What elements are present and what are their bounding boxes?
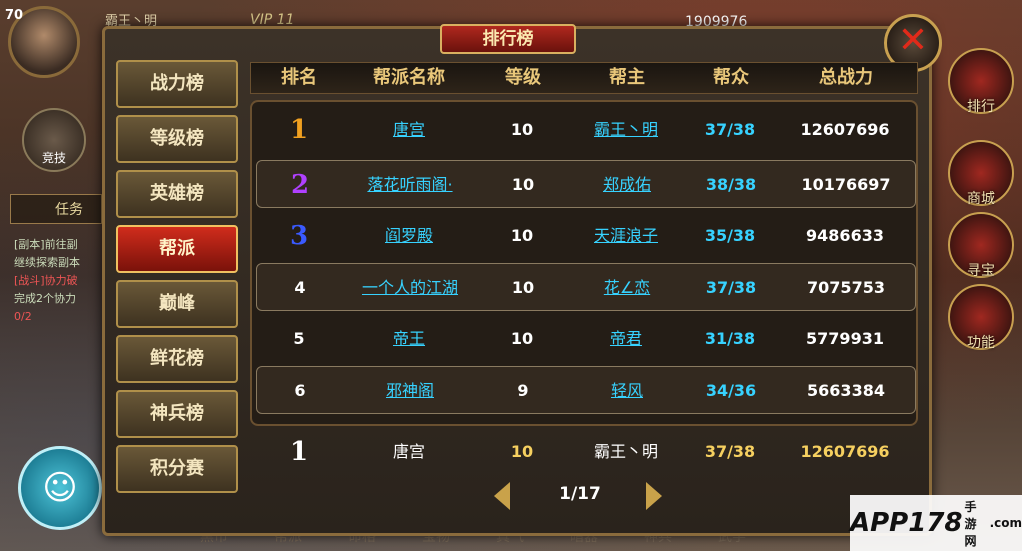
shop-icon[interactable]: 商城 — [948, 140, 1014, 207]
level-cell: 10 — [511, 175, 535, 194]
table-row[interactable]: 6 邪神阁 9 轻风 34/36 5663384 — [256, 366, 916, 414]
header-power: 总战力 — [819, 67, 873, 88]
members-cell: 38/38 — [705, 175, 757, 194]
guild-name-link[interactable]: 邪神阁 — [343, 367, 477, 415]
header-members: 帮众 — [713, 67, 749, 88]
tab-weapon[interactable]: 神兵榜 — [116, 390, 238, 438]
guild-name-link[interactable]: 帝王 — [342, 315, 476, 363]
level-cell: 10 — [510, 226, 534, 245]
task-line: [副本]前往副 — [14, 238, 78, 251]
watermark-main: APP178 — [850, 508, 963, 538]
leader-link[interactable]: 霸王丶明 — [574, 106, 678, 154]
level-cell: 10 — [511, 278, 535, 297]
task-label: 任务 — [55, 202, 83, 218]
ranking-icon[interactable]: 排行 — [948, 48, 1014, 115]
watermark-domain: .com — [989, 516, 1022, 530]
my-power-cell: 12607696 — [800, 442, 890, 461]
level-cell: 9 — [517, 381, 529, 400]
rank-cell: 2 — [290, 170, 310, 200]
my-level-cell: 10 — [510, 442, 534, 461]
my-rank-cell: 1 — [289, 437, 309, 467]
treasure-icon[interactable]: 寻宝 — [948, 212, 1014, 279]
level-cell: 10 — [510, 329, 534, 348]
guild-name-link[interactable]: 一个人的江湖 — [343, 264, 477, 312]
compete-label: 竞技 — [41, 151, 66, 165]
watermark-sub: 手游网 — [964, 499, 977, 548]
compete-button[interactable]: 竞技 — [22, 108, 86, 172]
tab-power[interactable]: 战力榜 — [116, 60, 238, 108]
leader-link[interactable]: 轻风 — [575, 367, 679, 415]
table-header: 排名 帮派名称 等级 帮主 帮众 总战力 — [250, 62, 918, 94]
tab-peak[interactable]: 巅峰 — [116, 280, 238, 328]
task-list[interactable]: [副本]前往副 继续探索副本 [战斗]协力破 完成2个协力 0/2 — [14, 236, 80, 326]
rank-cell: 5 — [293, 329, 305, 348]
chat-bubble-icon[interactable]: ☺ — [18, 446, 102, 530]
tab-score[interactable]: 积分赛 — [116, 445, 238, 493]
prev-page-arrow-icon[interactable] — [494, 482, 510, 510]
tab-flower[interactable]: 鲜花榜 — [116, 335, 238, 383]
rank-cell: 4 — [294, 278, 306, 297]
function-icon[interactable]: 功能 — [948, 284, 1014, 351]
leader-link[interactable]: 帝君 — [574, 315, 678, 363]
task-button[interactable]: 任务 — [10, 194, 102, 224]
power-cell: 12607696 — [800, 120, 890, 139]
player-level: 70 — [5, 8, 24, 23]
header-level: 等级 — [505, 67, 541, 88]
task-line: 完成2个协力 — [14, 292, 76, 305]
power-cell: 5663384 — [807, 381, 885, 400]
task-line: 继续探索副本 — [14, 256, 80, 269]
header-guild-name: 帮派名称 — [373, 67, 445, 88]
guild-name-link[interactable]: 落花听雨阁· — [343, 161, 477, 209]
table-row[interactable]: 5 帝王 10 帝君 31/38 5779931 — [256, 315, 916, 363]
ranking-icon-label: 排行 — [967, 99, 995, 115]
treasure-icon-label: 寻宝 — [967, 263, 995, 279]
my-guild-row: 1 唐宫 10 霸王丶明 37/38 12607696 — [256, 428, 916, 476]
pager: 1/17 — [490, 480, 670, 514]
power-cell: 5779931 — [806, 329, 884, 348]
table-row[interactable]: 4 一个人的江湖 10 花∠恋 37/38 7075753 — [256, 263, 916, 311]
table-row[interactable]: 1 唐宫 10 霸王丶明 37/38 12607696 — [256, 106, 916, 154]
rank-cell: 3 — [289, 221, 309, 251]
function-icon-label: 功能 — [967, 335, 995, 351]
rank-cell: 1 — [289, 115, 309, 145]
power-cell: 9486633 — [806, 226, 884, 245]
task-line: [战斗]协力破 — [14, 274, 78, 287]
my-members-cell: 37/38 — [704, 442, 756, 461]
leader-link[interactable]: 郑成佑 — [575, 161, 679, 209]
members-cell: 35/38 — [704, 226, 756, 245]
table-row[interactable]: 2 落花听雨阁· 10 郑成佑 38/38 10176697 — [256, 160, 916, 208]
shop-icon-label: 商城 — [967, 191, 995, 207]
header-rank: 排名 — [281, 67, 317, 88]
members-cell: 31/38 — [704, 329, 756, 348]
power-cell: 10176697 — [801, 175, 891, 194]
tab-guild[interactable]: 帮派 — [116, 225, 238, 273]
members-cell: 34/36 — [705, 381, 757, 400]
panel-title: 排行榜 — [440, 24, 576, 54]
table-row[interactable]: 3 阎罗殿 10 天涯浪子 35/38 9486633 — [256, 212, 916, 260]
power-cell: 7075753 — [807, 278, 885, 297]
next-page-arrow-icon[interactable] — [646, 482, 662, 510]
my-leader-cell: 霸王丶明 — [593, 442, 658, 461]
tab-hero[interactable]: 英雄榜 — [116, 170, 238, 218]
guild-name-link[interactable]: 唐宫 — [342, 106, 476, 154]
rank-cell: 6 — [294, 381, 306, 400]
members-cell: 37/38 — [705, 278, 757, 297]
app178-watermark-logo: APP178 手游网 .com — [850, 495, 1022, 551]
leader-link[interactable]: 天涯浪子 — [574, 212, 678, 260]
level-cell: 10 — [510, 120, 534, 139]
my-guild-name: 唐宫 — [392, 442, 425, 461]
members-cell: 37/38 — [704, 120, 756, 139]
tab-level[interactable]: 等级榜 — [116, 115, 238, 163]
leader-link[interactable]: 花∠恋 — [575, 264, 679, 312]
task-line: 0/2 — [14, 310, 32, 323]
page-indicator: 1/17 — [559, 484, 601, 504]
guild-name-link[interactable]: 阎罗殿 — [342, 212, 476, 260]
header-leader: 帮主 — [609, 67, 645, 88]
